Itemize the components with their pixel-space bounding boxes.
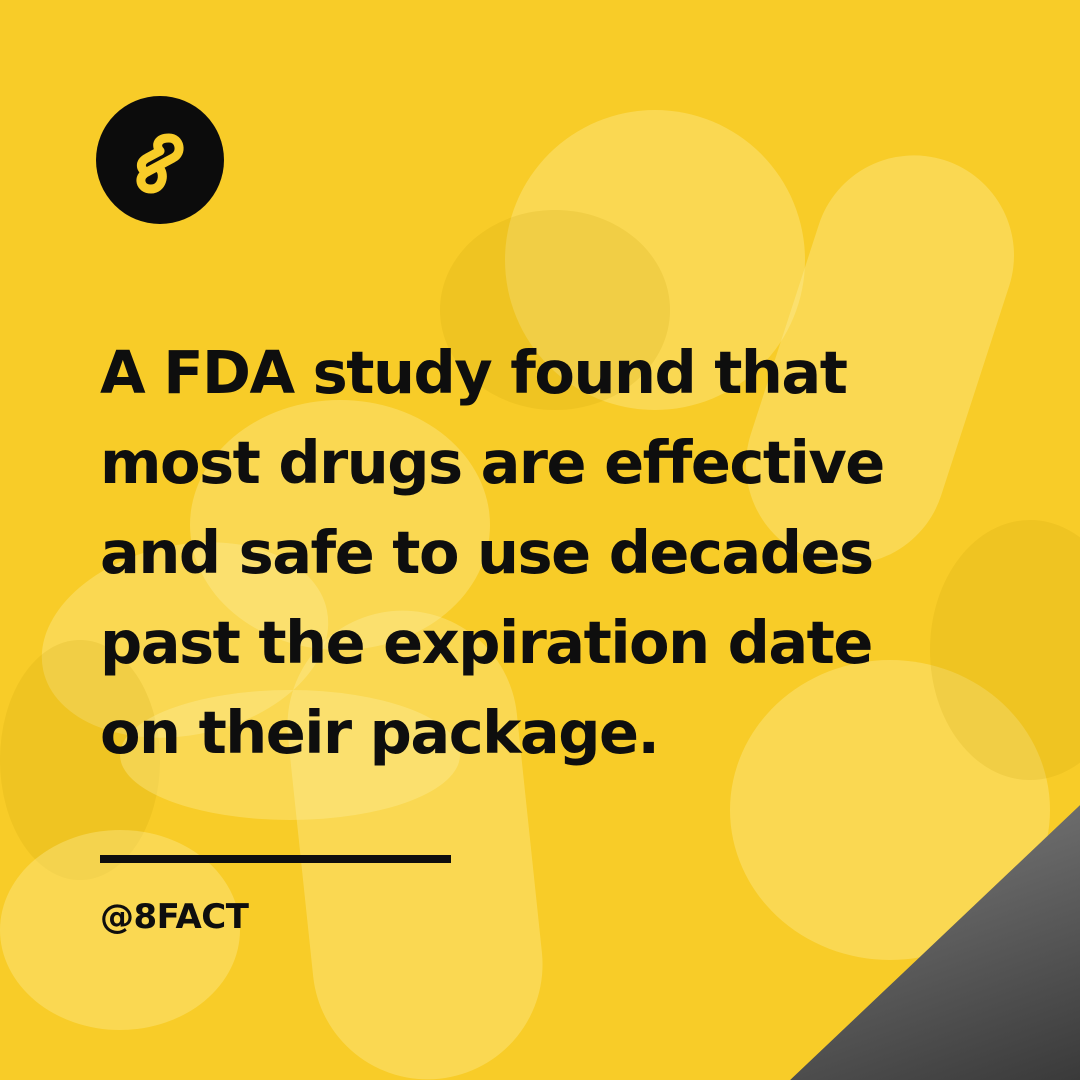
account-handle: @8FACT	[100, 897, 249, 937]
divider-line	[100, 855, 451, 863]
infinity-eight-icon	[136, 133, 184, 194]
yellow-overlay: A FDA study found that most drugs are ef…	[0, 0, 1080, 1080]
fact-headline: A FDA study found that most drugs are ef…	[100, 338, 885, 767]
brand-logo	[96, 96, 224, 224]
fact-card: A FDA study found that most drugs are ef…	[0, 0, 1080, 1080]
